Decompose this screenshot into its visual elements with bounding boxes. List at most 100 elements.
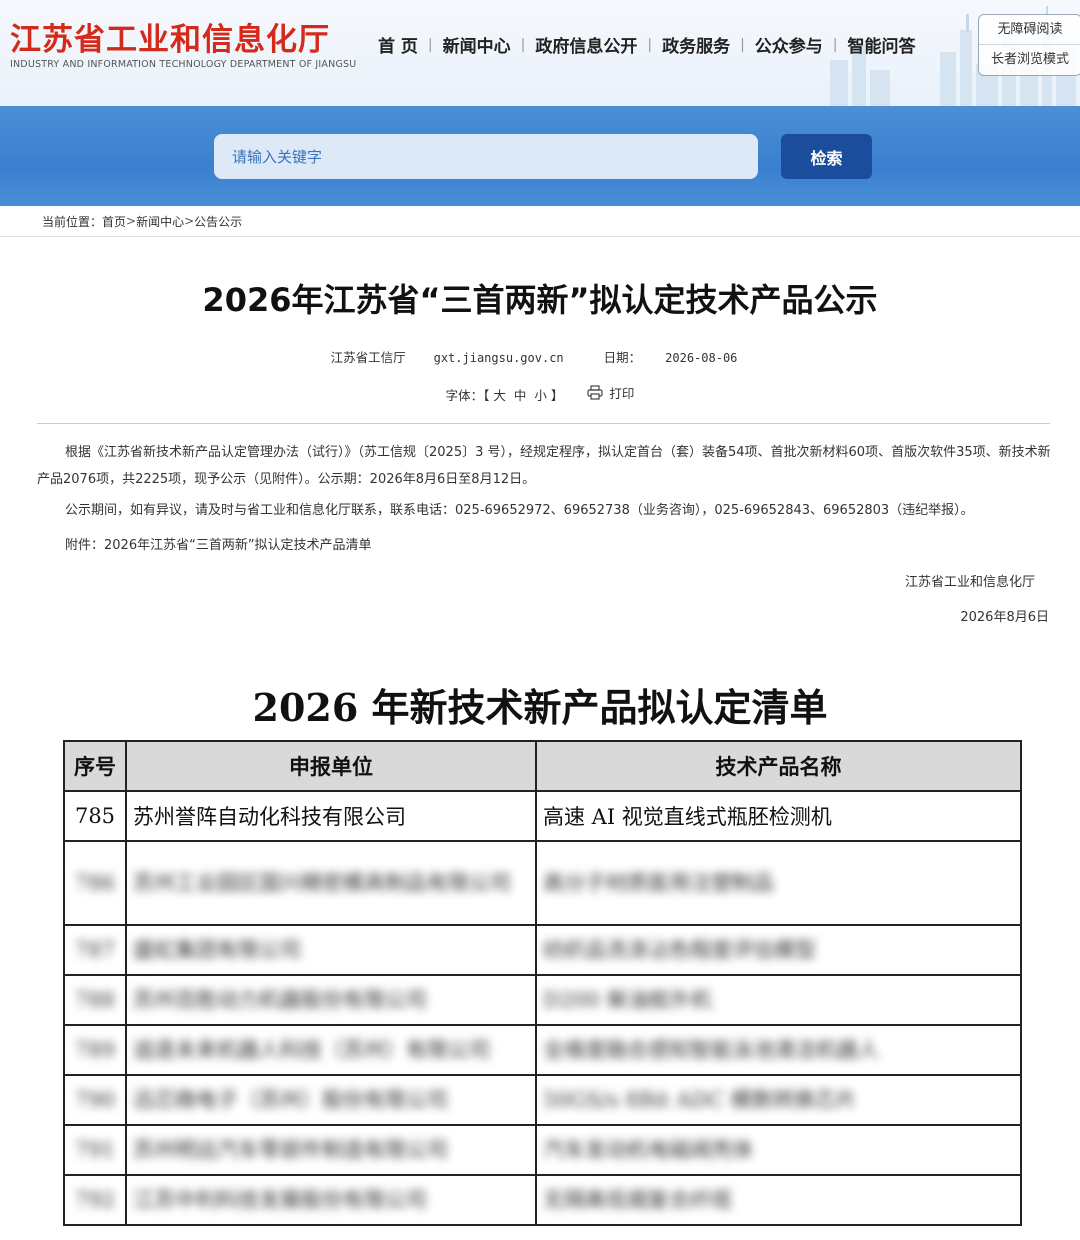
breadcrumb-notices[interactable]: 公告公示 [194, 213, 242, 230]
blurred-product-text: 无隔离低烟复合纤缆 [543, 1188, 732, 1212]
row-org: 江苏中利科技发展股份有限公司 [125, 1174, 537, 1226]
blurred-product-text: 汽车发动机电磁阀壳体 [543, 1138, 753, 1162]
table-row-blurred: 790 迅芯微电子（苏州）股份有限公司 50GS/s 8Bit ADC 模数转换芯片 [63, 1074, 1022, 1126]
print-label: 打印 [609, 386, 635, 401]
row-org: 盛虹集团有限公司 [125, 924, 537, 976]
print-button[interactable]: 打印 [587, 383, 634, 402]
font-size-large[interactable]: 大 [493, 388, 506, 403]
row-no: 786 [63, 840, 127, 926]
blurred-product-text: D200 柴油舷外机 [543, 988, 712, 1012]
nav-item-services[interactable]: 政务服务 [652, 32, 740, 57]
blurred-org-text: 苏州百胜动力机器股份有限公司 [133, 988, 427, 1012]
row-org: 迅芯微电子（苏州）股份有限公司 [125, 1074, 537, 1126]
breadcrumb-home[interactable]: 首页 [102, 213, 126, 230]
search-button[interactable]: 检索 [781, 134, 872, 179]
nav-item-home[interactable]: 首 页 [368, 32, 428, 57]
font-size-small[interactable]: 小 [534, 388, 547, 403]
row-org: 苏州工业园区国兴精密模具制品有限公司 [125, 840, 537, 926]
row-org: 追逐未来机器人科技（苏州）有限公司 [125, 1024, 537, 1076]
blurred-product-text: 全维度融合感知智能泳池清洁机器人 [543, 1038, 879, 1062]
font-size-label: 字体：【 [445, 388, 490, 403]
nav-item-smart-qa[interactable]: 智能问答 [838, 32, 926, 57]
font-size-close: 】 [550, 388, 564, 403]
article-attachment-link[interactable]: 附件：2026年江苏省“三首两新”拟认定技术产品清单 [37, 532, 1053, 559]
elder-mode-link[interactable]: 长者浏览模式 [979, 45, 1080, 74]
blurred-no-text: 788 [74, 988, 116, 1012]
article-date: 2026-08-06 [665, 351, 738, 365]
row-no: 791 [63, 1124, 127, 1176]
blurred-org-text: 苏州明远汽车零部件制造有限公司 [133, 1138, 448, 1162]
row-product: 50GS/s 8Bit ADC 模数转换芯片 [535, 1074, 1022, 1126]
blurred-product-text: 纺织品洗涤沾色程度评估模型 [543, 938, 816, 962]
search-band: 检索 [0, 106, 1080, 206]
row-product: 汽车发动机电磁阀壳体 [535, 1124, 1022, 1176]
row-org: 苏州誉阵自动化科技有限公司 [125, 790, 537, 842]
header-no: 序号 [63, 740, 127, 792]
breadcrumb-prefix: 当前位置： [42, 214, 103, 229]
article-title: 2026年江苏省“三首两新”拟认定技术产品公示 [202, 281, 878, 319]
article: 2026年江苏省“三首两新”拟认定技术产品公示 江苏省工信厅 gxt.jiang… [0, 237, 1080, 633]
printer-icon [587, 385, 603, 400]
nav-item-participation[interactable]: 公众参与 [745, 32, 833, 57]
breadcrumb-news[interactable]: 新闻中心 [136, 213, 184, 230]
nav-item-gov-info[interactable]: 政府信息公开 [525, 32, 647, 57]
table-header-row: 序号 申报单位 技术产品名称 [63, 740, 1022, 792]
row-org: 苏州明远汽车零部件制造有限公司 [125, 1124, 537, 1176]
row-product: D200 柴油舷外机 [535, 974, 1022, 1026]
blurred-product-text: 高分子材质医用注塑制品 [543, 871, 774, 895]
blurred-org-text: 迅芯微电子（苏州）股份有限公司 [133, 1088, 448, 1112]
table-row-blurred: 789 追逐未来机器人科技（苏州）有限公司 全维度融合感知智能泳池清洁机器人 [63, 1024, 1022, 1076]
blurred-no-text: 789 [74, 1038, 116, 1062]
table-row-blurred: 791 苏州明远汽车零部件制造有限公司 汽车发动机电磁阀壳体 [63, 1124, 1022, 1176]
table-row: 785 苏州誉阵自动化科技有限公司 高速 AI 视觉直线式瓶胚检测机 [63, 790, 1022, 842]
signature-org: 江苏省工业和信息化厅 [904, 575, 1035, 590]
blurred-no-text: 792 [74, 1188, 116, 1212]
nav-item-news[interactable]: 新闻中心 [433, 32, 521, 57]
site-logo-title[interactable]: 江苏省工业和信息化厅 [10, 14, 330, 59]
blurred-no-text: 790 [74, 1088, 116, 1112]
table-row-blurred: 787 盛虹集团有限公司 纺织品洗涤沾色程度评估模型 [63, 924, 1022, 976]
main-nav: 首 页 | 新闻中心 | 政府信息公开 | 政务服务 | 公众参与 | 智能问答 [368, 32, 926, 58]
row-no: 792 [63, 1174, 127, 1226]
blurred-org-text: 江苏中利科技发展股份有限公司 [133, 1188, 427, 1212]
article-paragraph: 根据《江苏省新技术新产品认定管理办法（试行）》（苏工信规〔2025〕3 号），经… [37, 445, 1051, 487]
attachment-image: 2026 年新技术新产品拟认定清单 序号 申报单位 技术产品名称 785 苏州誉… [0, 633, 1080, 1240]
breadcrumb-separator: > [184, 214, 195, 228]
header-org: 申报单位 [125, 740, 537, 792]
row-no: 787 [63, 924, 127, 976]
article-body: 根据《江苏省新技术新产品认定管理办法（试行）》（苏工信规〔2025〕3 号），经… [37, 439, 1053, 559]
article-divider [37, 423, 1050, 424]
article-meta: 江苏省工信厅 gxt.jiangsu.gov.cn 日期： 2026-08-06 [0, 347, 1080, 366]
breadcrumb-separator: > [126, 214, 137, 228]
article-source: 江苏省工信厅 [330, 350, 406, 365]
blurred-no-text: 786 [74, 871, 116, 895]
table-row-blurred: 792 江苏中利科技发展股份有限公司 无隔离低烟复合纤缆 [63, 1174, 1022, 1226]
search-input[interactable] [214, 134, 758, 179]
row-product: 纺织品洗涤沾色程度评估模型 [535, 924, 1022, 976]
list-title: 2026 年新技术新产品拟认定清单 [252, 685, 828, 730]
site-header: 江苏省工业和信息化厅 INDUSTRY AND INFORMATION TECH… [0, 0, 1080, 106]
row-product: 无隔离低烟复合纤缆 [535, 1174, 1022, 1226]
row-product: 全维度融合感知智能泳池清洁机器人 [535, 1024, 1022, 1076]
row-no: 789 [63, 1024, 127, 1076]
product-list-table: 序号 申报单位 技术产品名称 785 苏州誉阵自动化科技有限公司 高速 AI 视… [63, 740, 1022, 1226]
blurred-org-text: 苏州工业园区国兴精密模具制品有限公司 [133, 871, 511, 895]
blurred-product-text: 50GS/s 8Bit ADC 模数转换芯片 [543, 1088, 857, 1112]
article-date-label: 日期： [603, 350, 642, 365]
blurred-no-text: 791 [74, 1138, 116, 1162]
row-product: 高速 AI 视觉直线式瓶胚检测机 [535, 790, 1022, 842]
row-no: 788 [63, 974, 127, 1026]
article-paragraph: 公示期间，如有异议，请及时与省工业和信息化厅联系，联系电话：025-696529… [65, 503, 974, 518]
row-no: 785 [63, 790, 127, 842]
row-org: 苏州百胜动力机器股份有限公司 [125, 974, 537, 1026]
site-logo-subtitle: INDUSTRY AND INFORMATION TECHNOLOGY DEPA… [10, 59, 357, 70]
header-product: 技术产品名称 [535, 740, 1022, 792]
font-size-medium[interactable]: 中 [514, 388, 527, 403]
article-tools: 字体：【大中小】 打印 [0, 383, 1080, 404]
signature-date: 2026年8月6日 [960, 610, 1049, 625]
table-row-blurred: 788 苏州百胜动力机器股份有限公司 D200 柴油舷外机 [63, 974, 1022, 1026]
accessibility-reading-link[interactable]: 无障碍阅读 [979, 15, 1080, 45]
table-row-blurred: 786 苏州工业园区国兴精密模具制品有限公司 高分子材质医用注塑制品 [63, 840, 1022, 926]
article-site: gxt.jiangsu.gov.cn [433, 351, 564, 365]
blurred-no-text: 787 [74, 938, 116, 962]
